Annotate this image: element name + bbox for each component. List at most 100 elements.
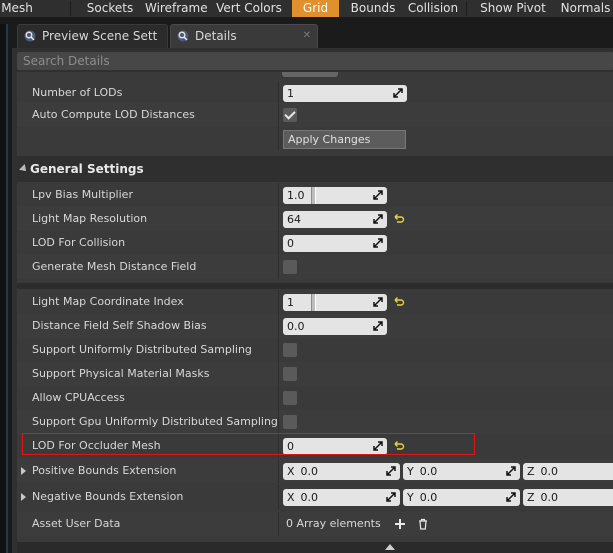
positive-bounds-z-field[interactable]: Z 0.0: [523, 463, 613, 480]
row-support-uniformly-distributed-sampling: Support Uniformly Distributed Sampling: [17, 338, 613, 362]
toolbar-separator: [70, 1, 71, 16]
lpv-bias-field[interactable]: 1.0: [283, 187, 387, 204]
toolbar-bounds[interactable]: Bounds: [349, 0, 397, 17]
column-divider: [278, 485, 279, 509]
field-value: 0.0: [540, 465, 559, 478]
axis-label: Z: [527, 491, 535, 504]
magnifier-icon: [24, 30, 36, 42]
field-value: 0.0: [419, 465, 438, 478]
support-uniformly-distributed-sampling-checkbox[interactable]: [283, 343, 297, 357]
toolbar-mesh[interactable]: Mesh: [0, 0, 34, 17]
apply-changes-button[interactable]: Apply Changes: [283, 130, 406, 149]
column-divider: [278, 103, 279, 127]
expand-arrows-icon: [373, 321, 383, 331]
row-label: LOD For Collision: [32, 236, 126, 249]
reset-to-default-icon[interactable]: [393, 296, 405, 308]
add-element-icon[interactable]: [395, 519, 405, 529]
magnifier-icon: [177, 30, 189, 42]
bottom-bar: [17, 542, 613, 553]
row-number-of-lods: Number of LODs 1: [17, 81, 613, 105]
column-divider: [278, 231, 279, 255]
column-divider: [278, 386, 279, 410]
row-label: Light Map Coordinate Index: [32, 295, 184, 308]
negative-bounds-z-field[interactable]: Z 0.0: [523, 489, 613, 506]
column-divider: [278, 127, 279, 151]
left-panel-edge: [0, 24, 8, 553]
row-light-map-resolution: Light Map Resolution 64: [17, 207, 613, 231]
column-divider: [278, 410, 279, 434]
column-divider: [278, 207, 279, 231]
expand-arrows-icon: [506, 466, 516, 476]
tab-preview-scene-settings[interactable]: Preview Scene Sett: [17, 24, 168, 48]
expand-arrow-icon[interactable]: [21, 467, 26, 475]
toolbar-sockets[interactable]: Sockets: [86, 0, 134, 17]
row-label: Distance Field Self Shadow Bias: [32, 319, 207, 332]
field-value: 64: [287, 213, 301, 226]
row-label: Negative Bounds Extension: [32, 490, 184, 503]
toolbar-normals[interactable]: Normals: [558, 0, 613, 17]
light-map-coordinate-index-field[interactable]: 1: [283, 294, 387, 311]
tab-details[interactable]: Details ✕: [170, 24, 318, 48]
toolbar-collision[interactable]: Collision: [406, 0, 460, 17]
row-support-physical-material-masks: Support Physical Material Masks: [17, 362, 613, 386]
number-of-lods-field[interactable]: 1: [283, 85, 407, 102]
section-general-settings[interactable]: General Settings: [17, 156, 613, 182]
column-divider: [278, 459, 279, 483]
field-value: 1: [287, 296, 294, 309]
column-divider: [278, 81, 279, 105]
column-divider: [278, 362, 279, 386]
support-physical-material-masks-checkbox[interactable]: [283, 367, 297, 381]
row-label: Light Map Resolution: [32, 212, 148, 225]
field-value: 0.0: [540, 491, 559, 504]
trash-icon[interactable]: [418, 518, 428, 530]
row-label: Auto Compute LOD Distances: [32, 108, 195, 121]
scroll-indicator: [282, 72, 338, 77]
toolbar-show-pivot[interactable]: Show Pivot: [480, 0, 546, 17]
row-allow-cpu-access: Allow CPUAccess: [17, 386, 613, 410]
slider-knob[interactable]: [311, 187, 316, 204]
column-divider: [278, 314, 279, 338]
column-divider: [278, 183, 279, 207]
field-value: 1: [287, 87, 294, 100]
search-input[interactable]: Search Details: [17, 52, 613, 70]
distance-field-self-shadow-bias-field[interactable]: 0.0: [283, 318, 387, 335]
toolbar-vert-colors[interactable]: Vert Colors: [215, 0, 283, 17]
highlight-box: [22, 433, 475, 455]
lod-for-collision-field[interactable]: 0: [283, 235, 387, 252]
column-divider: [278, 290, 279, 314]
row-distance-field-self-shadow-bias: Distance Field Self Shadow Bias 0.0: [17, 314, 613, 338]
row-negative-bounds-extension[interactable]: Negative Bounds Extension X 0.0 Y 0.0 Z 0.0: [17, 485, 613, 509]
close-icon[interactable]: ✕: [303, 25, 311, 47]
field-value: 0: [287, 237, 294, 250]
toolbar-wireframe[interactable]: Wireframe: [145, 0, 208, 17]
field-value: 0.0: [419, 491, 438, 504]
allow-cpu-access-checkbox[interactable]: [283, 391, 297, 405]
field-value: 1.0: [287, 189, 305, 202]
positive-bounds-x-field[interactable]: X 0.0: [283, 463, 400, 480]
slider-knob[interactable]: [311, 294, 316, 311]
array-count: 0 Array elements: [286, 517, 381, 530]
generate-mesh-distance-field-checkbox[interactable]: [283, 260, 297, 274]
scroll-up-arrow-icon[interactable]: [385, 544, 395, 550]
tab-label: Details: [195, 29, 237, 43]
row-auto-compute-lod: Auto Compute LOD Distances: [17, 103, 613, 127]
reset-to-default-icon[interactable]: [393, 213, 405, 225]
row-positive-bounds-extension[interactable]: Positive Bounds Extension X 0.0 Y 0.0 Z 0.0: [17, 459, 613, 483]
negative-bounds-y-field[interactable]: Y 0.0: [403, 489, 520, 506]
light-map-resolution-field[interactable]: 64: [283, 211, 387, 228]
positive-bounds-y-field[interactable]: Y 0.0: [403, 463, 520, 480]
negative-bounds-x-field[interactable]: X 0.0: [283, 489, 400, 506]
expand-arrow-icon[interactable]: [21, 493, 26, 501]
row-label: Support Physical Material Masks: [32, 367, 210, 380]
collapse-arrow-icon: [19, 164, 29, 174]
auto-compute-checkbox[interactable]: [283, 108, 297, 122]
toolbar-grid[interactable]: Grid: [292, 0, 339, 17]
row-lod-for-collision: LOD For Collision 0: [17, 231, 613, 255]
expand-arrows-icon: [373, 238, 383, 248]
row-label: Support Gpu Uniformly Distributed Sampli…: [32, 415, 278, 428]
expand-arrows-icon: [506, 492, 516, 502]
support-gpu-uniformly-distributed-sampling-checkbox[interactable]: [283, 415, 297, 429]
column-divider: [278, 338, 279, 362]
row-asset-user-data: Asset User Data 0 Array elements: [17, 512, 613, 536]
section-title: General Settings: [30, 162, 144, 176]
